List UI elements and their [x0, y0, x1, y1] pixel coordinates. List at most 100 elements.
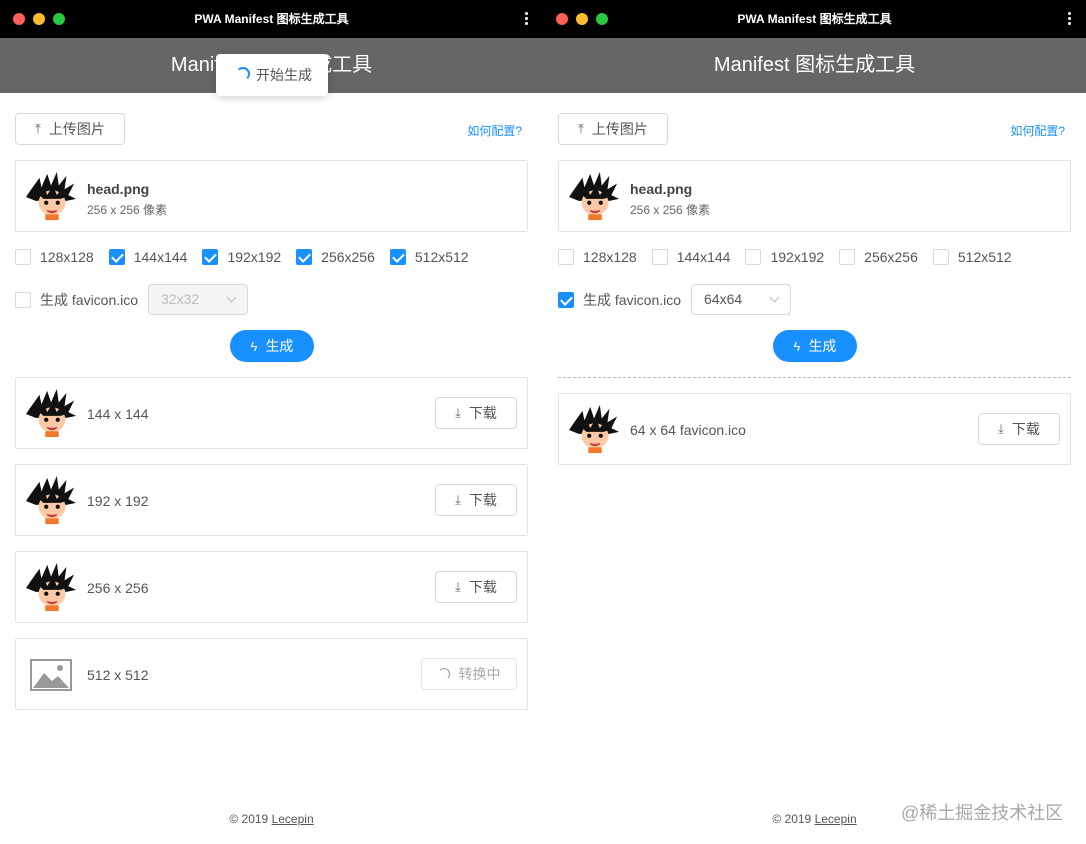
result-thumbnail — [26, 563, 77, 612]
toast-message: 开始生成 — [216, 54, 328, 96]
minimize-window-button[interactable] — [576, 13, 588, 25]
size-option-192[interactable]: 192x192 — [202, 249, 281, 265]
result-thumbnail — [26, 476, 77, 525]
size-option-256[interactable]: 256x256 — [296, 249, 375, 265]
favicon-option[interactable]: 生成 favicon.ico — [15, 290, 138, 310]
size-checkbox[interactable] — [108, 249, 125, 265]
help-link[interactable]: 如何配置? — [1010, 122, 1065, 139]
favicon-label: 生成 favicon.ico — [583, 292, 682, 308]
chevron-down-icon — [769, 292, 780, 303]
header-title: Manifest 图标生成工具 — [713, 54, 916, 76]
more-options-icon[interactable] — [1068, 12, 1072, 26]
download-icon: ⤓ — [455, 579, 461, 594]
result-size-label: 192 x 192 — [87, 493, 149, 509]
file-name: head.png — [630, 181, 693, 197]
file-dimensions: 256 x 256 像素 — [630, 203, 711, 217]
download-button[interactable]: ⤓ 下载 — [978, 413, 1060, 445]
size-option-144[interactable]: 144x144 — [651, 249, 730, 265]
size-option-144[interactable]: 144x144 — [108, 249, 187, 265]
file-name: head.png — [87, 181, 150, 197]
size-option-192[interactable]: 192x192 — [745, 249, 824, 265]
size-checkbox[interactable] — [389, 249, 406, 265]
generate-button-label: 生成 — [265, 338, 294, 354]
file-thumbnail — [26, 172, 77, 221]
result-size-label: 256 x 256 — [87, 580, 149, 596]
size-option-128[interactable]: 128x128 — [558, 249, 637, 265]
left-window: PWA Manifest 图标生成工具 Manifest 图标生成工具 开始生成… — [0, 0, 543, 844]
close-window-button[interactable] — [556, 13, 568, 25]
size-checkbox[interactable] — [558, 249, 574, 265]
favicon-size-select[interactable]: 64x64 — [691, 284, 791, 315]
app-header: Manifest 图标生成工具 — [543, 38, 1086, 93]
window-title: PWA Manifest 图标生成工具 — [194, 12, 349, 26]
result-item: 64 x 64 favicon.ico ⤓ 下载 — [558, 393, 1071, 465]
size-checkbox[interactable] — [932, 249, 949, 265]
size-option-256[interactable]: 256x256 — [839, 249, 918, 265]
result-item: 192 x 192 ⤓ 下载 — [15, 464, 528, 536]
lightning-icon: ϟ — [793, 338, 801, 354]
favicon-size-value: 32x32 — [161, 291, 200, 307]
maximize-window-button[interactable] — [596, 13, 608, 25]
download-button[interactable]: ⤓ 下载 — [435, 571, 517, 603]
uploaded-file-card: head.png 256 x 256 像素 — [15, 160, 528, 232]
generate-button[interactable]: ϟ 生成 — [773, 330, 857, 362]
result-size-label: 64 x 64 favicon.ico — [630, 422, 746, 438]
favicon-checkbox[interactable] — [558, 292, 574, 308]
file-dimensions: 256 x 256 像素 — [87, 203, 168, 217]
favicon-option[interactable]: 生成 favicon.ico — [558, 290, 681, 310]
close-window-button[interactable] — [13, 13, 25, 25]
size-checkbox[interactable] — [745, 249, 762, 265]
result-item: 144 x 144 ⤓ 下载 — [15, 377, 528, 449]
favicon-checkbox[interactable] — [15, 292, 31, 308]
right-window: PWA Manifest 图标生成工具 Manifest 图标生成工具 ⤒ 上传… — [543, 0, 1086, 844]
image-placeholder-icon — [30, 659, 72, 691]
generate-button[interactable]: ϟ 生成 — [230, 330, 314, 362]
help-link[interactable]: 如何配置? — [467, 122, 522, 139]
maximize-window-button[interactable] — [53, 13, 65, 25]
upload-button-label: 上传图片 — [591, 121, 648, 137]
result-item: 256 x 256 ⤓ 下载 — [15, 551, 528, 623]
converting-button: 转换中 — [421, 658, 517, 690]
upload-icon: ⤒ — [578, 121, 584, 136]
result-size-label: 144 x 144 — [87, 406, 149, 422]
download-icon: ⤓ — [998, 421, 1004, 436]
size-option-128[interactable]: 128x128 — [15, 249, 94, 265]
upload-image-button[interactable]: ⤒ 上传图片 — [558, 113, 668, 145]
upload-image-button[interactable]: ⤒ 上传图片 — [15, 113, 125, 145]
result-item: 512 x 512 转换中 — [15, 638, 528, 710]
title-bar: PWA Manifest 图标生成工具 — [0, 0, 543, 38]
size-checkbox-group: 128x128 144x144 192x192 256x256 512x512 — [15, 249, 484, 265]
size-checkbox[interactable] — [15, 249, 31, 265]
download-icon: ⤓ — [455, 405, 461, 420]
upload-icon: ⤒ — [35, 121, 41, 136]
divider — [558, 377, 1071, 378]
loading-spinner-icon — [236, 67, 250, 81]
more-options-icon[interactable] — [525, 12, 529, 26]
size-checkbox[interactable] — [839, 249, 856, 265]
result-size-label: 512 x 512 — [87, 667, 149, 683]
favicon-size-value: 64x64 — [704, 291, 743, 307]
download-button[interactable]: ⤓ 下载 — [435, 484, 517, 516]
title-bar: PWA Manifest 图标生成工具 — [543, 0, 1086, 38]
minimize-window-button[interactable] — [33, 13, 45, 25]
uploaded-file-card: head.png 256 x 256 像素 — [558, 160, 1071, 232]
favicon-size-select[interactable]: 32x32 — [148, 284, 248, 315]
file-thumbnail — [569, 172, 620, 221]
chevron-down-icon — [226, 292, 237, 303]
lightning-icon: ϟ — [250, 338, 258, 354]
toast-text: 开始生成 — [256, 67, 312, 83]
result-thumbnail — [569, 405, 620, 454]
generate-button-label: 生成 — [808, 338, 837, 354]
favicon-label: 生成 favicon.ico — [40, 292, 139, 308]
download-button[interactable]: ⤓ 下载 — [435, 397, 517, 429]
size-checkbox[interactable] — [296, 249, 313, 265]
size-checkbox[interactable] — [651, 249, 668, 265]
size-option-512[interactable]: 512x512 — [932, 249, 1012, 265]
size-checkbox[interactable] — [202, 249, 219, 265]
size-option-512[interactable]: 512x512 — [389, 249, 469, 265]
window-title: PWA Manifest 图标生成工具 — [737, 12, 892, 26]
footer: © 2019 Lecepin — [229, 812, 314, 826]
result-thumbnail — [26, 389, 77, 438]
author-link[interactable]: Lecepin — [272, 812, 314, 826]
author-link[interactable]: Lecepin — [815, 812, 857, 826]
